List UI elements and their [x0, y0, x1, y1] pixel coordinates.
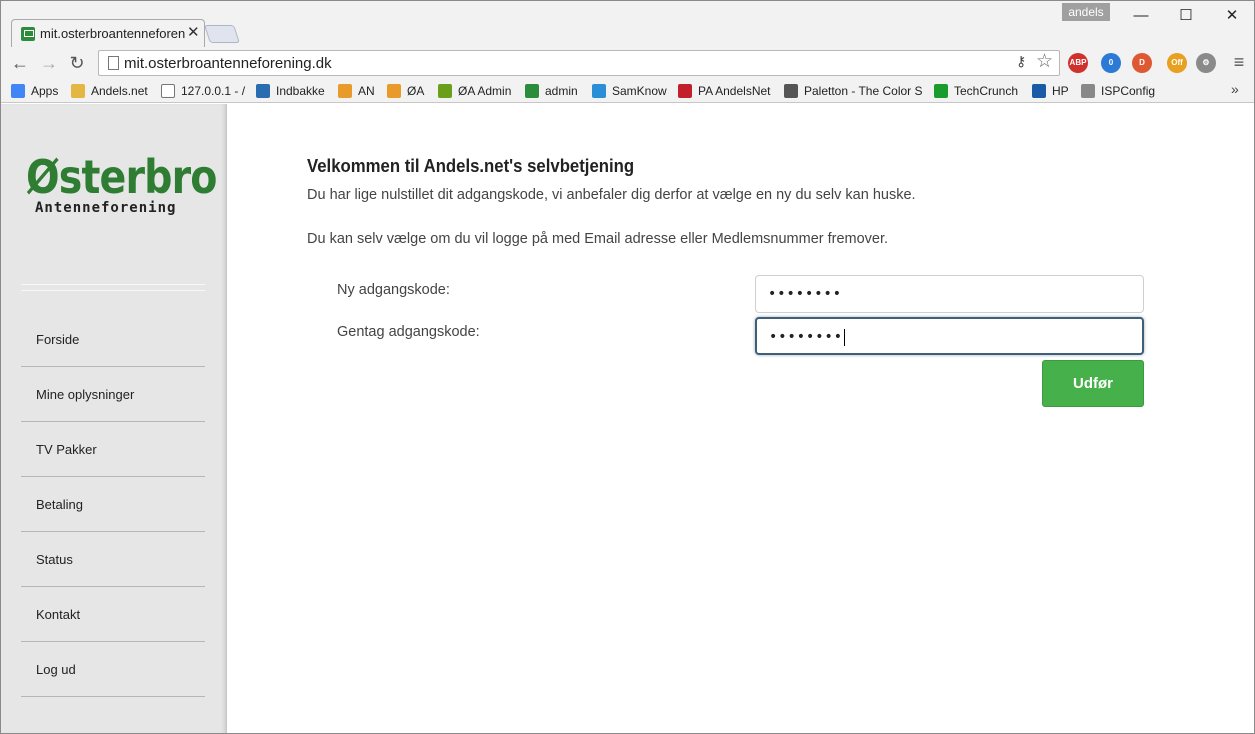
new-tab-button[interactable]	[204, 25, 240, 43]
back-arrow-icon[interactable]: ←	[8, 51, 32, 75]
repeat-password-value: ••••••••	[769, 329, 844, 345]
apps-grid-icon	[11, 84, 25, 98]
admin-box-icon	[525, 84, 539, 98]
page-title: Velkommen til Andels.net's selvbetjening	[307, 156, 635, 176]
duckduckgo-icon[interactable]: D	[1132, 53, 1152, 73]
bookmark-label: HP	[1052, 84, 1069, 98]
logo-subtitle: Antenneforening	[35, 200, 177, 216]
pma-icon	[387, 84, 401, 98]
bookmark-item[interactable]: ISPConfig	[1081, 82, 1155, 100]
bookmark-label: ØA Admin	[458, 84, 512, 98]
tab-title: mit.osterbroantenneforeni	[40, 26, 186, 41]
title-bar: mit.osterbroantenneforeni ✕ andels — ☐ ✕	[1, 1, 1254, 47]
bookmark-item[interactable]: AN	[338, 82, 375, 100]
close-tab-icon[interactable]: ✕	[187, 24, 200, 42]
sidebar-item-log-ud[interactable]: Log ud	[21, 642, 205, 697]
bookmark-item[interactable]: SamKnow	[592, 82, 667, 100]
new-password-label: Ny adgangskode:	[337, 282, 450, 298]
menu-icon[interactable]: ≡	[1229, 52, 1249, 72]
ghostery-icon[interactable]: 0	[1101, 53, 1121, 73]
bookmark-item[interactable]: 127.0.0.1 - /	[161, 82, 245, 100]
techcrunch-icon	[934, 84, 948, 98]
sidebar-item-tv-pakker[interactable]: TV Pakker	[21, 422, 205, 477]
bookmark-item[interactable]: Indbakke	[256, 82, 325, 100]
bookmark-item[interactable]: ØA	[387, 82, 424, 100]
bookmark-item[interactable]: admin	[525, 82, 578, 100]
browser-toolbar: ← → ↻ mit.osterbroantenneforening.dk ⚷ ☆…	[1, 47, 1254, 79]
bookmark-label: SamKnow	[612, 84, 667, 98]
pma-icon	[338, 84, 352, 98]
bookmark-label: Apps	[31, 84, 59, 98]
bookmark-item[interactable]: HP	[1032, 82, 1069, 100]
bookmark-item[interactable]: Andels.net	[71, 82, 148, 100]
bookmark-star-icon[interactable]: ☆	[1036, 51, 1053, 73]
bookmark-item[interactable]: PA AndelsNet	[678, 82, 771, 100]
submit-button[interactable]: Udfør	[1042, 360, 1144, 407]
address-bar[interactable]: mit.osterbroantenneforening.dk ⚷ ☆	[98, 50, 1060, 76]
sidebar: Østerbro Antenneforening Forside Mine op…	[1, 104, 227, 733]
bookmark-label: ØA	[407, 84, 425, 98]
sidebar-item-mine-oplysninger[interactable]: Mine oplysninger	[21, 367, 205, 422]
samknows-icon	[592, 84, 606, 98]
repeat-password-label: Gentag adgangskode:	[337, 324, 480, 340]
minimize-icon[interactable]: —	[1126, 5, 1156, 27]
bookmark-label: PA AndelsNet	[698, 84, 771, 98]
intro-text: Du har lige nulstillet dit adgangskode, …	[307, 187, 916, 203]
paletton-icon	[784, 84, 798, 98]
forward-arrow-icon[interactable]: →	[37, 51, 61, 75]
reload-icon[interactable]: ↻	[65, 51, 89, 75]
bookmark-item[interactable]: TechCrunch	[934, 82, 1018, 100]
bookmark-label: Indbakke	[276, 84, 325, 98]
hp-icon	[1032, 84, 1046, 98]
admin-circle-icon	[438, 84, 452, 98]
profile-badge[interactable]: andels	[1062, 3, 1110, 21]
logo[interactable]: Østerbro	[26, 152, 217, 202]
more-bookmarks-icon[interactable]: »	[1231, 81, 1239, 97]
folder-icon	[71, 84, 85, 98]
browser-tab[interactable]: mit.osterbroantenneforeni ✕	[11, 19, 205, 47]
off-extension-icon[interactable]: Off	[1167, 53, 1187, 73]
new-password-value: ••••••••	[768, 286, 843, 302]
intro-text-login: Du kan selv vælge om du vil logge på med…	[307, 231, 889, 247]
sidebar-item-forside[interactable]: Forside	[21, 312, 205, 367]
bookmark-label: ISPConfig	[1101, 84, 1156, 98]
sidebar-item-betaling[interactable]: Betaling	[21, 477, 205, 532]
bookmarks-bar: Apps Andels.net 127.0.0.1 - / Indbakke AN ØA Ø…	[1, 79, 1254, 103]
browser-window: mit.osterbroantenneforeni ✕ andels — ☐ ✕…	[0, 0, 1255, 734]
bookmark-label: Andels.net	[91, 84, 148, 98]
page-content: Østerbro Antenneforening Forside Mine op…	[1, 104, 1254, 733]
url-text[interactable]: mit.osterbroantenneforening.dk	[124, 55, 332, 72]
tools-icon	[1081, 84, 1095, 98]
site-favicon-icon	[21, 27, 35, 41]
pa-icon	[678, 84, 692, 98]
bookmark-item[interactable]: ØA Admin	[438, 82, 511, 100]
bookmark-item[interactable]: Apps	[11, 82, 58, 100]
settings-extension-icon[interactable]: ⚙	[1196, 53, 1216, 73]
bookmark-item[interactable]: Paletton - The Color S	[784, 82, 923, 100]
page-icon	[161, 84, 175, 98]
key-icon[interactable]: ⚷	[1016, 53, 1026, 70]
sidebar-item-kontakt[interactable]: Kontakt	[21, 587, 205, 642]
new-password-field[interactable]: ••••••••	[755, 275, 1144, 313]
bookmark-label: TechCrunch	[954, 84, 1019, 98]
text-caret	[844, 328, 846, 346]
close-window-icon[interactable]: ✕	[1217, 5, 1247, 27]
divider	[21, 284, 205, 291]
maximize-icon[interactable]: ☐	[1171, 5, 1201, 27]
bookmark-label: Paletton - The Color S	[804, 84, 923, 98]
bookmark-label: admin	[545, 84, 578, 98]
repeat-password-field[interactable]: ••••••••	[755, 317, 1144, 355]
sidebar-item-status[interactable]: Status	[21, 532, 205, 587]
adblock-plus-icon[interactable]: ABP	[1068, 53, 1088, 73]
page-icon	[108, 56, 119, 70]
bookmark-label: AN	[358, 84, 375, 98]
sidebar-nav: Forside Mine oplysninger TV Pakker Betal…	[21, 312, 205, 697]
bookmark-label: 127.0.0.1 - /	[181, 84, 246, 98]
inbox-icon	[256, 84, 270, 98]
